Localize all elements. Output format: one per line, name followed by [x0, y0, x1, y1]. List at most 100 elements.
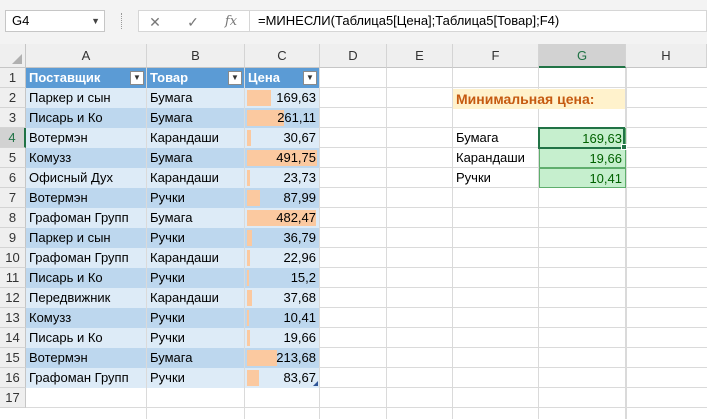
table-cell-price[interactable]: 87,99: [245, 188, 319, 208]
table-cell-price[interactable]: 261,11: [245, 108, 319, 128]
column-header-b[interactable]: B: [147, 44, 245, 68]
summary-product-label[interactable]: Бумага: [453, 128, 538, 148]
insert-function-icon[interactable]: fx: [219, 12, 243, 32]
table-cell-product[interactable]: Карандаши: [147, 168, 244, 188]
price-data-bar: [247, 250, 250, 266]
column-header-c[interactable]: C: [245, 44, 320, 68]
column-header-g[interactable]: G: [539, 44, 626, 68]
table-cell-supplier[interactable]: Комузз: [26, 148, 146, 168]
table-cell-price[interactable]: 213,68: [245, 348, 319, 368]
row-header-10[interactable]: 10: [0, 248, 26, 268]
table-cell-product[interactable]: Бумага: [147, 108, 244, 128]
table-cell-supplier[interactable]: Вотермэн: [26, 348, 146, 368]
formula-bar-separator[interactable]: [121, 13, 123, 29]
table-cell-price[interactable]: 22,96: [245, 248, 319, 268]
column-header-f[interactable]: F: [453, 44, 539, 68]
column-header-a[interactable]: A: [26, 44, 147, 68]
row-header-3[interactable]: 3: [0, 108, 26, 128]
table-cell-price[interactable]: 10,41: [245, 308, 319, 328]
fill-handle[interactable]: [621, 144, 627, 150]
chevron-down-icon[interactable]: ▼: [91, 11, 100, 31]
table-cell-price[interactable]: 482,47: [245, 208, 319, 228]
price-data-bar: [247, 330, 250, 346]
table-cell-product[interactable]: Карандаши: [147, 128, 244, 148]
table-cell-supplier[interactable]: Вотермэн: [26, 188, 146, 208]
filter-dropdown-icon[interactable]: ▼: [303, 71, 317, 85]
cancel-icon[interactable]: ✕: [143, 12, 167, 32]
summary-min-price[interactable]: 19,66: [539, 148, 626, 168]
table-cell-supplier[interactable]: Графоман Групп: [26, 368, 146, 388]
table-cell-supplier[interactable]: Писарь и Ко: [26, 268, 146, 288]
table-cell-supplier[interactable]: Паркер и сын: [26, 228, 146, 248]
table-cell-product[interactable]: Ручки: [147, 308, 244, 328]
table-cell-product[interactable]: Бумага: [147, 208, 244, 228]
table-cell-price[interactable]: 23,73: [245, 168, 319, 188]
table-cell-product[interactable]: Бумага: [147, 348, 244, 368]
row-header-12[interactable]: 12: [0, 288, 26, 308]
table-cell-supplier[interactable]: Офисный Дух: [26, 168, 146, 188]
table-cell-price[interactable]: 83,67: [245, 368, 319, 388]
filter-dropdown-icon[interactable]: ▼: [130, 71, 144, 85]
row-header-15[interactable]: 15: [0, 348, 26, 368]
row-header-8[interactable]: 8: [0, 208, 26, 228]
row-header-1[interactable]: 1: [0, 68, 26, 88]
select-all-button[interactable]: [0, 44, 26, 68]
table-cell-supplier[interactable]: Писарь и Ко: [26, 108, 146, 128]
summary-product-label[interactable]: Ручки: [453, 168, 538, 188]
table-cell-price[interactable]: 19,66: [245, 328, 319, 348]
table-cell-price[interactable]: 491,75: [245, 148, 319, 168]
table-cell-product[interactable]: Карандаши: [147, 248, 244, 268]
row-header-7[interactable]: 7: [0, 188, 26, 208]
name-box[interactable]: G4 ▼: [5, 10, 105, 32]
column-header-e[interactable]: E: [387, 44, 453, 68]
table-cell-product[interactable]: Бумага: [147, 148, 244, 168]
header-price-label: Цена: [248, 70, 280, 85]
price-data-bar: [247, 130, 251, 146]
worksheet-grid[interactable]: A B C D E F G H 1 2 3 4 5 6 7 8 9 10 11 12 13 14 15 16 17 Поставщ…: [0, 44, 707, 419]
row-header-9[interactable]: 9: [0, 228, 26, 248]
row-header-17[interactable]: 17: [0, 388, 26, 408]
summary-min-price[interactable]: 10,41: [539, 168, 626, 188]
table-cell-price[interactable]: 36,79: [245, 228, 319, 248]
summary-title[interactable]: Минимальная цена:: [453, 89, 625, 109]
table-resize-handle-icon[interactable]: [313, 381, 318, 386]
table-cell-price[interactable]: 15,2: [245, 268, 319, 288]
row-header-16[interactable]: 16: [0, 368, 26, 388]
table-cell-product[interactable]: Карандаши: [147, 288, 244, 308]
row-header-13[interactable]: 13: [0, 308, 26, 328]
table-cell-product[interactable]: Ручки: [147, 228, 244, 248]
row-header-14[interactable]: 14: [0, 328, 26, 348]
enter-icon[interactable]: ✓: [181, 12, 205, 32]
table-cell-product[interactable]: Ручки: [147, 328, 244, 348]
formula-input[interactable]: =МИНЕСЛИ(Таблица5[Цена];Таблица5[Товар];…: [250, 10, 707, 32]
table-cell-product-value: Карандаши: [150, 250, 219, 265]
table-cell-supplier[interactable]: Комузз: [26, 308, 146, 328]
table-cell-product[interactable]: Ручки: [147, 188, 244, 208]
table-cell-supplier[interactable]: Писарь и Ко: [26, 328, 146, 348]
table-cell-supplier[interactable]: Графоман Групп: [26, 208, 146, 228]
table-cell-supplier[interactable]: Вотермэн: [26, 128, 146, 148]
row-header-4[interactable]: 4: [0, 128, 26, 148]
table-cell-supplier[interactable]: Графоман Групп: [26, 248, 146, 268]
summary-product-label[interactable]: Карандаши: [453, 148, 538, 168]
table-cell-product[interactable]: Ручки: [147, 268, 244, 288]
table-cell-supplier[interactable]: Передвижник: [26, 288, 146, 308]
table-cell-product[interactable]: Бумага: [147, 88, 244, 108]
table-cell-price[interactable]: 30,67: [245, 128, 319, 148]
column-header-h[interactable]: H: [626, 44, 707, 68]
active-cell-g4[interactable]: [538, 127, 625, 149]
row-header-11[interactable]: 11: [0, 268, 26, 288]
table-cell-supplier[interactable]: Паркер и сын: [26, 88, 146, 108]
table-cell-supplier-value: Писарь и Ко: [29, 270, 103, 285]
table-cell-price[interactable]: 169,63: [245, 88, 319, 108]
header-supplier[interactable]: Поставщик: [26, 68, 146, 88]
row-header-2[interactable]: 2: [0, 88, 26, 108]
table-cell-product[interactable]: Ручки: [147, 368, 244, 388]
table-cell-price-value: 23,73: [283, 170, 316, 185]
table-cell-price-value: 37,68: [283, 290, 316, 305]
row-header-6[interactable]: 6: [0, 168, 26, 188]
filter-dropdown-icon[interactable]: ▼: [228, 71, 242, 85]
column-header-d[interactable]: D: [320, 44, 387, 68]
table-cell-price[interactable]: 37,68: [245, 288, 319, 308]
row-header-5[interactable]: 5: [0, 148, 26, 168]
